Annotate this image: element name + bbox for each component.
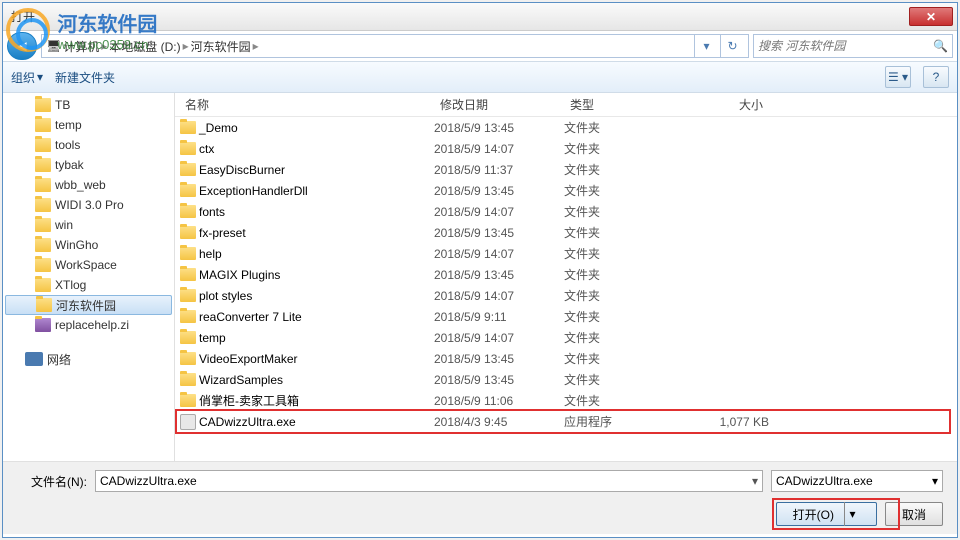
folder-icon <box>35 158 51 172</box>
folder-icon <box>180 205 196 218</box>
sidebar-item[interactable]: WinGho <box>3 235 174 255</box>
folder-icon <box>180 289 196 302</box>
nav-back-button[interactable]: ◀ <box>7 32 37 60</box>
file-row[interactable]: VideoExportMaker2018/5/9 13:45文件夹 <box>175 348 957 369</box>
window-title: 打开 <box>7 8 909 25</box>
folder-icon <box>35 98 51 112</box>
folder-icon <box>35 118 51 132</box>
open-dialog: 打开 ✕ ◀ 🖥 计算机▸ 本地磁盘 (D:)▸ 河东软件园▸ ▾ ↻ 🔍 组织… <box>2 2 958 538</box>
file-row[interactable]: EasyDiscBurner2018/5/9 11:37文件夹 <box>175 159 957 180</box>
col-size[interactable]: 大小 <box>669 96 769 113</box>
network-icon <box>25 352 43 366</box>
file-row[interactable]: fx-preset2018/5/9 13:45文件夹 <box>175 222 957 243</box>
folder-icon <box>180 163 196 176</box>
sidebar-network[interactable]: 网络 <box>3 349 174 369</box>
exe-icon <box>180 414 196 430</box>
folder-icon <box>35 138 51 152</box>
navbar: ◀ 🖥 计算机▸ 本地磁盘 (D:)▸ 河东软件园▸ ▾ ↻ 🔍 <box>3 31 957 61</box>
file-row[interactable]: temp2018/5/9 14:07文件夹 <box>175 327 957 348</box>
folder-icon <box>180 373 196 386</box>
folder-icon <box>35 258 51 272</box>
file-row[interactable]: 俏掌柜-卖家工具箱2018/5/9 11:06文件夹 <box>175 390 957 411</box>
file-row[interactable]: _Demo2018/5/9 13:45文件夹 <box>175 117 957 138</box>
sidebar-item[interactable]: tybak <box>3 155 174 175</box>
sidebar-item[interactable]: tools <box>3 135 174 155</box>
dropdown-icon[interactable]: ▾ <box>694 34 718 58</box>
toolbar-newfolder[interactable]: 新建文件夹 <box>55 69 115 86</box>
folder-icon <box>35 218 51 232</box>
chevron-down-icon[interactable]: ▾ <box>932 474 938 488</box>
chevron-down-icon[interactable]: ▾ <box>752 474 758 488</box>
sidebar-item[interactable]: WorkSpace <box>3 255 174 275</box>
sidebar-item[interactable]: TB <box>3 95 174 115</box>
filetype-filter[interactable]: CADwizzUltra.exe ▾ <box>771 470 943 492</box>
sidebar-item[interactable]: WIDI 3.0 Pro <box>3 195 174 215</box>
folder-icon <box>180 226 196 239</box>
folder-icon <box>180 247 196 260</box>
close-button[interactable]: ✕ <box>909 7 953 26</box>
file-row[interactable]: MAGIX Plugins2018/5/9 13:45文件夹 <box>175 264 957 285</box>
col-date[interactable]: 修改日期 <box>434 96 564 113</box>
file-row[interactable]: plot styles2018/5/9 14:07文件夹 <box>175 285 957 306</box>
filename-value: CADwizzUltra.exe <box>100 474 197 488</box>
sidebar-item[interactable]: XTlog <box>3 275 174 295</box>
folder-icon <box>35 278 51 292</box>
folder-icon <box>180 142 196 155</box>
folder-icon <box>35 198 51 212</box>
file-row[interactable]: ctx2018/5/9 14:07文件夹 <box>175 138 957 159</box>
file-row[interactable]: fonts2018/5/9 14:07文件夹 <box>175 201 957 222</box>
file-row[interactable]: ExceptionHandlerDll2018/5/9 13:45文件夹 <box>175 180 957 201</box>
refresh-icon[interactable]: ↻ <box>720 34 744 58</box>
breadcrumb-computer[interactable]: 🖥 计算机▸ <box>46 38 107 55</box>
filter-value: CADwizzUltra.exe <box>776 474 873 488</box>
file-row[interactable]: reaConverter 7 Lite2018/5/9 9:11文件夹 <box>175 306 957 327</box>
search-box[interactable]: 🔍 <box>753 34 953 58</box>
sidebar-item[interactable]: replacehelp.zi <box>3 315 174 335</box>
col-type[interactable]: 类型 <box>564 96 669 113</box>
folder-icon <box>180 268 196 281</box>
breadcrumb-folder[interactable]: 河东软件园▸ <box>191 38 259 55</box>
breadcrumb[interactable]: 🖥 计算机▸ 本地磁盘 (D:)▸ 河东软件园▸ ▾ ↻ <box>41 34 749 58</box>
folder-icon <box>36 298 52 312</box>
folder-icon <box>35 178 51 192</box>
file-row[interactable]: WizardSamples2018/5/9 13:45文件夹 <box>175 369 957 390</box>
file-row[interactable]: help2018/5/9 14:07文件夹 <box>175 243 957 264</box>
file-row[interactable]: CADwizzUltra.exe2018/4/3 9:45应用程序1,077 K… <box>175 411 957 432</box>
file-list: 名称 修改日期 类型 大小 _Demo2018/5/9 13:45文件夹ctx2… <box>175 93 957 461</box>
folder-icon <box>180 121 196 134</box>
breadcrumb-disk[interactable]: 本地磁盘 (D:)▸ <box>109 38 188 55</box>
open-button[interactable]: 打开(O) ▾ <box>776 502 877 526</box>
cancel-button[interactable]: 取消 <box>885 502 943 526</box>
col-name[interactable]: 名称 <box>179 96 434 113</box>
search-input[interactable] <box>758 39 933 53</box>
folder-icon <box>180 310 196 323</box>
folder-icon <box>180 352 196 365</box>
titlebar: 打开 ✕ <box>3 3 957 31</box>
sidebar-item[interactable]: 河东软件园 <box>5 295 172 315</box>
sidebar-item[interactable]: temp <box>3 115 174 135</box>
filename-label: 文件名(N): <box>17 473 87 490</box>
open-split-icon[interactable]: ▾ <box>844 502 860 526</box>
view-mode-button[interactable]: ☰ ▾ <box>885 66 911 88</box>
filename-combo[interactable]: CADwizzUltra.exe ▾ <box>95 470 763 492</box>
column-headers[interactable]: 名称 修改日期 类型 大小 <box>175 93 957 117</box>
sidebar-tree[interactable]: TBtemptoolstybakwbb_webWIDI 3.0 ProwinWi… <box>3 93 175 461</box>
folder-icon <box>35 238 51 252</box>
folder-icon <box>180 184 196 197</box>
folder-icon <box>180 331 196 344</box>
folder-icon <box>35 318 51 332</box>
toolbar: 组织 ▾ 新建文件夹 ☰ ▾ ? <box>3 61 957 93</box>
sidebar-item[interactable]: win <box>3 215 174 235</box>
search-icon[interactable]: 🔍 <box>933 39 948 53</box>
sidebar-item[interactable]: wbb_web <box>3 175 174 195</box>
help-button[interactable]: ? <box>923 66 949 88</box>
bottom-panel: 文件名(N): CADwizzUltra.exe ▾ CADwizzUltra.… <box>3 461 957 534</box>
folder-icon <box>180 394 196 407</box>
toolbar-organize[interactable]: 组织 ▾ <box>11 69 43 86</box>
